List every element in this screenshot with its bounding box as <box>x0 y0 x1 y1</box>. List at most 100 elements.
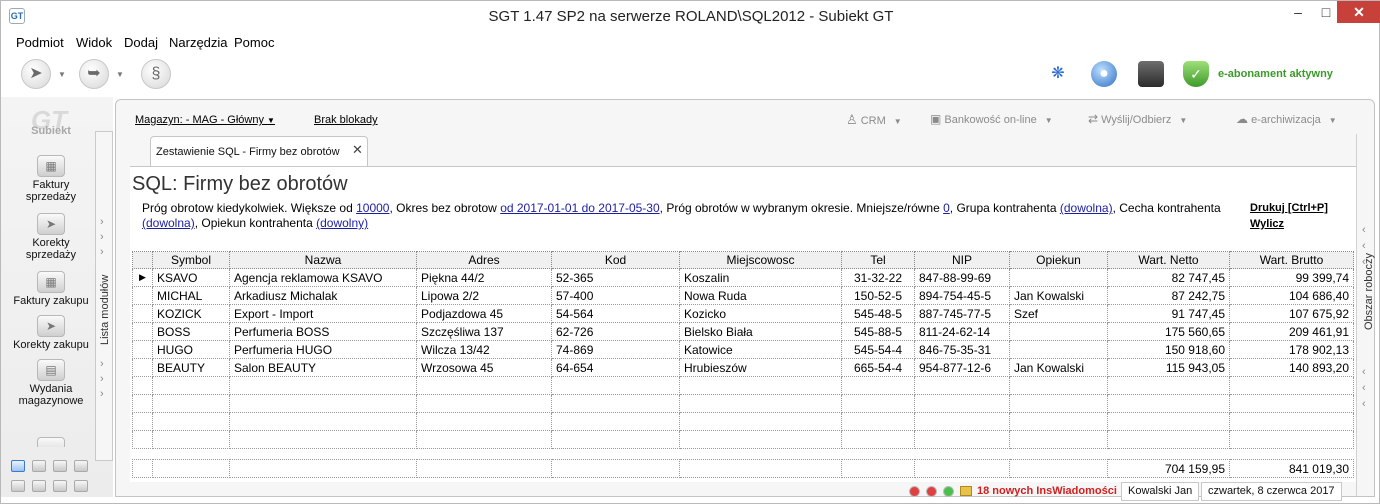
cell-opiekun[interactable] <box>1009 268 1108 287</box>
settings-icon[interactable]: § <box>141 59 171 89</box>
cell-symbol[interactable] <box>152 376 230 395</box>
cell-kod[interactable] <box>551 376 680 395</box>
cell-kod[interactable] <box>551 412 680 431</box>
cell-nazwa[interactable] <box>229 430 417 449</box>
cell-tel[interactable] <box>841 394 915 413</box>
status-dot-icon[interactable] <box>926 486 937 497</box>
cell-wart-brutto[interactable]: 107 675,92 <box>1229 304 1354 323</box>
cell-miejscowosc[interactable] <box>679 376 842 395</box>
cell-nip[interactable]: 894-754-45-5 <box>914 286 1010 305</box>
cell-wart-netto[interactable]: 150 918,60 <box>1107 340 1230 359</box>
modules-list-bar[interactable]: › › › Lista modułów › › › <box>95 131 113 461</box>
view-toggle-icon[interactable] <box>11 460 25 472</box>
cell-miejscowosc[interactable]: Bielsko Biała <box>679 322 842 341</box>
param-group-link[interactable]: (dowolna) <box>1060 201 1113 215</box>
subscription-status[interactable]: e-abonament aktywny <box>1218 68 1333 80</box>
cell-tel[interactable] <box>841 412 915 431</box>
messages-notification[interactable]: 18 nowych InsWiadomości <box>977 485 1117 497</box>
column-header[interactable]: Wart. Brutto <box>1229 251 1354 269</box>
cell-miejscowosc[interactable]: Hrubieszów <box>679 358 842 377</box>
cell-wart-netto[interactable]: 82 747,45 <box>1107 268 1230 287</box>
table-row[interactable]: HUGO Perfumeria HUGO Wilcza 13/42 74-869 Kat… <box>132 340 1354 359</box>
empty-table-row[interactable] <box>132 376 1354 395</box>
cell-adres[interactable] <box>416 430 552 449</box>
archive-menu[interactable]: ☁ e-archiwizacja ▼ <box>1236 112 1337 126</box>
cell-nazwa[interactable]: Perfumeria HUGO <box>229 340 417 359</box>
cell-wart-brutto[interactable]: 178 902,13 <box>1229 340 1354 359</box>
cell-tel[interactable]: 545-48-5 <box>841 304 915 323</box>
new-document-icon[interactable]: ➤ <box>21 59 51 89</box>
stack-icon[interactable] <box>32 460 46 472</box>
cell-nazwa[interactable] <box>229 412 417 431</box>
cell-wart-brutto[interactable]: 99 399,74 <box>1229 268 1354 287</box>
cell-miejscowosc[interactable] <box>679 430 842 449</box>
menu-dodaj[interactable]: Dodaj <box>124 35 158 50</box>
cell-wart-netto[interactable]: 175 560,65 <box>1107 322 1230 341</box>
empty-table-row[interactable] <box>132 412 1354 431</box>
cell-miejscowosc[interactable]: Katowice <box>679 340 842 359</box>
cell-miejscowosc[interactable]: Koszalin <box>679 268 842 287</box>
empty-table-row[interactable] <box>132 394 1354 413</box>
cell-nazwa[interactable]: Perfumeria BOSS <box>229 322 417 341</box>
cell-tel[interactable]: 545-88-5 <box>841 322 915 341</box>
status-dot-icon[interactable] <box>943 486 954 497</box>
send-receive-menu[interactable]: ⇄ Wyślij/Odbierz ▼ <box>1088 112 1187 126</box>
cell-miejscowosc[interactable]: Nowa Ruda <box>679 286 842 305</box>
print-link[interactable]: Drukuj [Ctrl+P] <box>1250 202 1328 214</box>
column-header[interactable]: Nazwa <box>229 251 417 269</box>
column-header[interactable]: Miejscowosc <box>679 251 842 269</box>
cell-nazwa[interactable] <box>229 394 417 413</box>
table-row[interactable]: BOSS Perfumeria BOSS Szczęśliwa 137 62-726 B… <box>132 322 1354 341</box>
cell-opiekun[interactable] <box>1009 394 1108 413</box>
cell-tel[interactable]: 665-54-4 <box>841 358 915 377</box>
cell-nip[interactable]: 887-745-77-5 <box>914 304 1010 323</box>
cell-nazwa[interactable]: Agencja reklamowa KSAVO <box>229 268 417 287</box>
param-period-threshold-link[interactable]: 0 <box>943 201 950 215</box>
cell-adres[interactable]: Podjazdowa 45 <box>416 304 552 323</box>
work-area-bar[interactable]: ‹ ‹ ‹ Obszar roboczy ‹ ‹ ‹ <box>1356 134 1375 496</box>
cell-opiekun[interactable]: Jan Kowalski <box>1009 286 1108 305</box>
cell-wart-brutto[interactable]: 209 461,91 <box>1229 322 1354 341</box>
cell-kod[interactable] <box>551 394 680 413</box>
cell-nip[interactable] <box>914 430 1010 449</box>
globe-icon[interactable]: ● <box>1091 61 1117 87</box>
column-header[interactable]: Opiekun <box>1009 251 1108 269</box>
column-header[interactable]: Tel <box>841 251 915 269</box>
cell-wart-netto[interactable] <box>1107 430 1230 449</box>
cell-opiekun[interactable] <box>1009 412 1108 431</box>
warehouse-selector[interactable]: Magazyn: - MAG - Główny ▼ <box>135 114 275 126</box>
cell-nazwa[interactable]: Export - Import <box>229 304 417 323</box>
cell-nip[interactable]: 847-88-99-69 <box>914 268 1010 287</box>
cell-opiekun[interactable] <box>1009 322 1108 341</box>
layers-icon[interactable] <box>74 460 88 472</box>
cell-kod[interactable]: 62-726 <box>551 322 680 341</box>
cell-adres[interactable]: Szczęśliwa 137 <box>416 322 552 341</box>
cell-wart-brutto[interactable] <box>1229 412 1354 431</box>
crm-menu[interactable]: ♙ CRM ▼ <box>846 112 902 128</box>
module-wydania-magazynowe[interactable]: ▤ Wydania magazynowe <box>7 359 95 407</box>
status-dot-icon[interactable] <box>909 486 920 497</box>
package-icon[interactable] <box>32 480 46 492</box>
column-header[interactable]: Wart. Netto <box>1107 251 1230 269</box>
cell-opiekun[interactable]: Jan Kowalski <box>1009 358 1108 377</box>
sync-icon[interactable]: ❋ <box>1045 61 1071 87</box>
open-document-icon[interactable]: ➥ <box>79 59 109 89</box>
param-threshold-link[interactable]: 10000 <box>356 201 389 215</box>
cell-wart-netto[interactable] <box>1107 376 1230 395</box>
cell-nazwa[interactable]: Arkadiusz Michalak <box>229 286 417 305</box>
close-window-button[interactable]: ✕ <box>1337 1 1380 23</box>
table-row[interactable]: BEAUTY Salon BEAUTY Wrzosowa 45 64-654 Hrubi… <box>132 358 1354 377</box>
cell-symbol[interactable]: MICHAL <box>152 286 230 305</box>
cell-symbol[interactable] <box>152 394 230 413</box>
folder-icon[interactable] <box>53 480 67 492</box>
param-period-link[interactable]: od 2017-01-01 do 2017-05-30 <box>500 201 659 215</box>
menu-pomoc[interactable]: Pomoc <box>234 35 274 50</box>
cell-kod[interactable]: 74-869 <box>551 340 680 359</box>
cell-tel[interactable]: 150-52-5 <box>841 286 915 305</box>
cell-symbol[interactable] <box>152 412 230 431</box>
box-icon[interactable] <box>53 460 67 472</box>
menu-widok[interactable]: Widok <box>76 35 112 50</box>
empty-table-row[interactable] <box>132 430 1354 449</box>
module-faktury-zakupu[interactable]: ▦ Faktury zakupu <box>7 271 95 307</box>
cell-opiekun[interactable] <box>1009 376 1108 395</box>
